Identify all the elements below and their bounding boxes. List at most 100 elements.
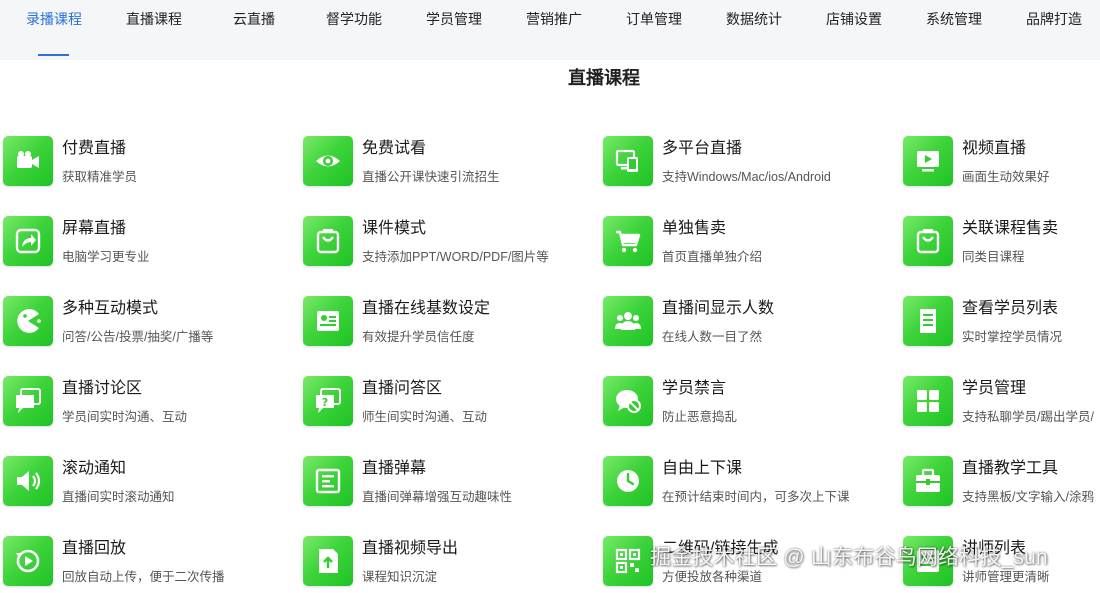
feature-item[interactable]: 直播间显示人数 在线人数一目了然: [603, 291, 903, 353]
feature-title: 关联课程售卖: [962, 220, 1059, 237]
feature-description: 支持Windows/Mac/ios/Android: [662, 170, 831, 184]
feature-title: 直播弹幕: [362, 460, 427, 477]
feature-description: 在线人数一目了然: [662, 330, 763, 344]
feature-title: 自由上下课: [662, 460, 743, 477]
tab-branding[interactable]: 品牌打造: [1026, 0, 1082, 60]
feature-title: 学员管理: [962, 380, 1027, 397]
share-arrow-icon: [3, 216, 53, 266]
feature-description: 支持黑板/文字输入/涂鸦: [962, 490, 1094, 504]
feature-title: 直播教学工具: [962, 460, 1059, 477]
feature-description: 支持添加PPT/WORD/PDF/图片等: [362, 250, 549, 264]
video-camera-icon: [3, 136, 53, 186]
tab-marketing[interactable]: 营销推广: [526, 0, 582, 60]
top-navigation: 录播课程 直播课程 云直播 督学功能 学员管理 营销推广 订单管理 数据统计 店…: [0, 0, 1100, 60]
feature-item[interactable]: 关联课程售卖 同类目课程: [903, 211, 1100, 273]
watermark: 掘金技术社区 @ 山东布谷鸟网络科技_sun: [650, 546, 1048, 569]
feature-description: 直播公开课快速引流招生: [362, 170, 500, 184]
feature-item[interactable]: 直播弹幕直播间弹幕增强互动趣味性: [303, 451, 603, 513]
tab-store-settings[interactable]: 店铺设置: [826, 0, 882, 60]
feature-item[interactable]: 学员管理支持私聊学员/踢出学员/: [903, 371, 1100, 433]
feature-description: 课程知识沉淀: [362, 570, 438, 584]
users-icon: [603, 296, 653, 346]
feature-description: 实时掌控学员情况: [962, 330, 1063, 344]
feature-item[interactable]: 课件模式支持添加PPT/WORD/PDF/图片等: [303, 211, 603, 273]
feature-description: 电脑学习更专业: [62, 250, 150, 264]
feature-title: 直播间显示人数: [662, 300, 775, 317]
feature-description: 在预计结束时间内，可多次上下课: [662, 490, 850, 504]
feature-title: 直播问答区: [362, 380, 443, 397]
pacman-icon: [3, 296, 53, 346]
feature-item[interactable]: 视频直播画面生动效果好: [903, 131, 1100, 193]
feature-item[interactable]: 屏幕直播 电脑学习更专业: [3, 211, 303, 273]
feature-title: 免费试看: [362, 140, 427, 157]
chat-bubbles-icon: [3, 376, 53, 426]
id-card-icon: [303, 296, 353, 346]
feature-item[interactable]: 直播视频导出 课程知识沉淀: [303, 531, 603, 593]
shopping-bag-icon: [303, 216, 353, 266]
feature-description: 学员间实时沟通、互动: [62, 410, 188, 424]
tab-live-courses[interactable]: 直播课程: [126, 0, 182, 60]
active-tab-indicator: [38, 54, 69, 56]
feature-title: 直播讨论区: [62, 380, 143, 397]
feature-description: 防止恶意捣乱: [662, 410, 738, 424]
mute-chat-icon: [603, 376, 653, 426]
feature-item[interactable]: ? 直播问答区师生间实时沟通、互动: [303, 371, 603, 433]
feature-description: 获取精准学员: [62, 170, 138, 184]
feature-item[interactable]: 自由上下课在预计结束时间内，可多次上下课: [603, 451, 903, 513]
feature-item[interactable]: 单独售卖首页直播单独介绍: [603, 211, 903, 273]
tab-orders[interactable]: 订单管理: [626, 0, 682, 60]
qrcode-icon: [603, 536, 653, 586]
question-bubble-icon: ?: [303, 376, 353, 426]
feature-item[interactable]: 学员禁言防止恶意捣乱: [603, 371, 903, 433]
shopping-bag-icon: [903, 216, 953, 266]
feature-item[interactable]: 多种互动模式 问答/公告/投票/抽奖/广播等: [3, 291, 303, 353]
barrage-icon: [303, 456, 353, 506]
eye-icon: [303, 136, 353, 186]
feature-item[interactable]: 直播在线基数设定 有效提升学员信任度: [303, 291, 603, 353]
export-icon: [303, 536, 353, 586]
monitor-play-icon: [903, 136, 953, 186]
feature-title: 直播在线基数设定: [362, 300, 491, 317]
feature-title: 单独售卖: [662, 220, 727, 237]
feature-title: 多平台直播: [662, 140, 743, 157]
feature-item[interactable]: 多平台直播支持Windows/Mac/ios/Android: [603, 131, 903, 193]
feature-item[interactable]: 直播回放回放自动上传，便于二次传播: [3, 531, 303, 593]
feature-description: 首页直播单独介绍: [662, 250, 763, 264]
feature-title: 滚动通知: [62, 460, 127, 477]
tab-student-management[interactable]: 学员管理: [426, 0, 482, 60]
feature-description: 画面生动效果好: [962, 170, 1050, 184]
feature-title: 查看学员列表: [962, 300, 1059, 317]
feature-description: 师生间实时沟通、互动: [362, 410, 488, 424]
document-list-icon: [903, 296, 953, 346]
toolbox-icon: [903, 456, 953, 506]
grid-icon: [903, 376, 953, 426]
feature-title: 学员禁言: [662, 380, 727, 397]
feature-item[interactable]: 查看学员列表 实时掌控学员情况: [903, 291, 1100, 353]
feature-title: 多种互动模式: [62, 300, 159, 317]
feature-description: 有效提升学员信任度: [362, 330, 475, 344]
feature-title: 付费直播: [62, 140, 127, 157]
feature-description: 同类目课程: [962, 250, 1025, 264]
feature-description: 支持私聊学员/踢出学员/: [962, 410, 1094, 424]
feature-description: 回放自动上传，便于二次传播: [62, 570, 225, 584]
tab-supervision[interactable]: 督学功能: [326, 0, 382, 60]
clock-icon: [603, 456, 653, 506]
replay-icon: [3, 536, 53, 586]
tab-recorded-courses[interactable]: 录播课程: [26, 0, 82, 60]
feature-description: 直播间实时滚动通知: [62, 490, 175, 504]
feature-title: 视频直播: [962, 140, 1027, 157]
feature-item[interactable]: 直播教学工具支持黑板/文字输入/涂鸦: [903, 451, 1100, 513]
feature-item[interactable]: 免费试看直播公开课快速引流招生: [303, 131, 603, 193]
feature-title: 课件模式: [362, 220, 427, 237]
feature-title: 直播回放: [62, 540, 127, 557]
tab-cloud-live[interactable]: 云直播: [233, 0, 275, 60]
feature-item[interactable]: 付费直播获取精准学员: [3, 131, 303, 193]
devices-icon: [603, 136, 653, 186]
speaker-icon: [3, 456, 53, 506]
feature-item[interactable]: 滚动通知直播间实时滚动通知: [3, 451, 303, 513]
tab-system-management[interactable]: 系统管理: [926, 0, 982, 60]
feature-description: 直播间弹幕增强互动趣味性: [362, 490, 513, 504]
page-title: 直播课程: [568, 68, 640, 88]
feature-item[interactable]: 直播讨论区学员间实时沟通、互动: [3, 371, 303, 433]
tab-statistics[interactable]: 数据统计: [726, 0, 782, 60]
